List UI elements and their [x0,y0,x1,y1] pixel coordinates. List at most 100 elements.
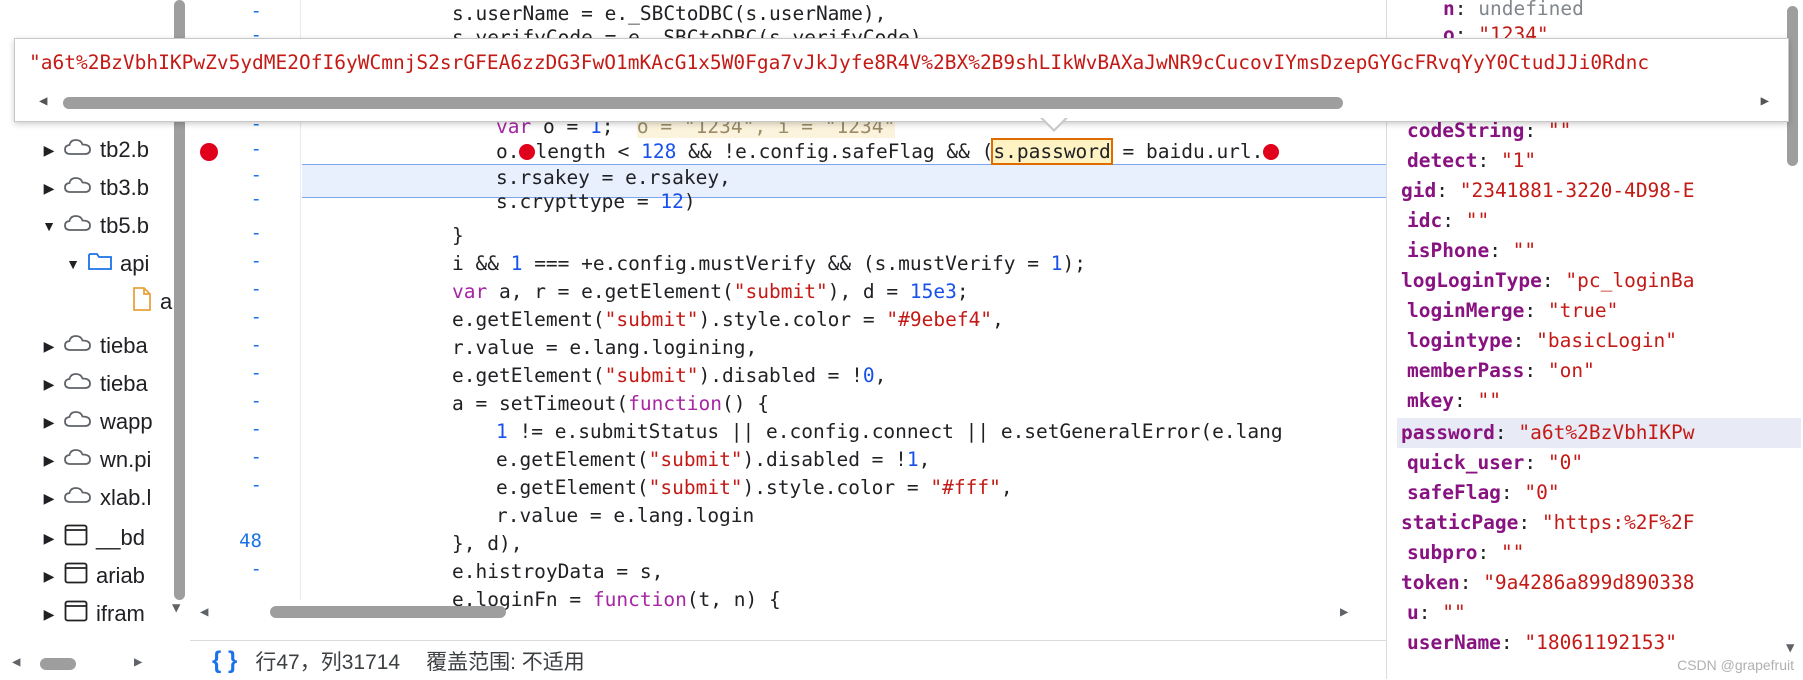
value-hover-popup[interactable]: "a6t%2BzVbhIKPwZv5ydME2OfI6yWCmnjS2srGFE… [14,38,1789,122]
tree-item[interactable]: a [108,285,172,319]
number-literal: 1 [906,448,919,471]
line-number[interactable]: - [190,446,300,474]
scope-property-row[interactable]: quick_user: "0" [1407,448,1583,478]
expand-arrow-right-icon[interactable]: ▶ [40,490,58,507]
hovered-expression[interactable]: s.password [991,138,1113,165]
scroll-left-arrow-icon[interactable]: ◀ [200,604,208,620]
scroll-down-arrow-icon[interactable]: ▼ [172,600,180,616]
scope-property-row[interactable]: logintype: "basicLogin" [1407,326,1677,356]
property-key: u [1407,601,1419,624]
scope-property-row[interactable]: memberPass: "on" [1407,356,1595,386]
scope-property-row[interactable]: subpro: "" [1407,538,1524,568]
code-text: && !e.config.safeFlag && ( [676,140,994,163]
expand-arrow-right-icon[interactable]: ▶ [40,606,58,623]
scrollbar-thumb[interactable] [63,97,1343,109]
code-text: s.crypttype = [496,190,661,213]
line-number[interactable]: - [190,474,300,502]
scope-property-row[interactable]: staticPage: "https:%2F%2F [1401,508,1695,538]
line-number[interactable]: - [190,558,300,586]
line-number[interactable]: - [190,278,300,306]
property-separator: : [1477,541,1501,564]
property-separator: : [1512,329,1537,352]
scrollbar-thumb[interactable] [40,658,76,670]
watermark: CSDN @grapefruit [1677,657,1794,673]
cursor-position: 行47，列31714 [255,650,401,674]
keyword: var [452,280,488,303]
property-key: userName [1407,631,1501,654]
scope-property-row[interactable]: isPhone: "" [1407,236,1536,266]
tree-item[interactable]: ▼ api [64,247,149,281]
tree-item[interactable]: ▶ tb2.b [40,133,149,167]
inline-breakpoint-icon[interactable] [519,144,536,160]
expand-arrow-right-icon[interactable]: ▶ [40,376,58,393]
scroll-right-arrow-icon[interactable]: ▶ [1761,93,1769,109]
expand-arrow-right-icon[interactable]: ▶ [40,338,58,355]
expand-arrow-right-icon[interactable]: ▶ [40,568,58,585]
line-number[interactable]: - [190,390,300,418]
scroll-right-arrow-icon[interactable]: ▶ [134,654,142,670]
property-value: "basicLogin" [1536,329,1678,352]
scope-property-row[interactable]: gid: "2341881-3220-4D98-E [1401,176,1695,206]
code-line: e.getElement("submit").style.color = "#9… [452,306,1004,334]
code-text: o. [496,140,520,163]
expand-arrow-right-icon[interactable]: ▶ [40,180,58,197]
scope-property-row[interactable]: u: "" [1407,598,1466,628]
code-text: s.userName = e._SBCtoDBC(s.userName), [452,2,887,25]
expand-arrow-right-icon[interactable]: ▶ [40,414,58,431]
scroll-down-arrow-icon[interactable]: ▼ [1786,640,1794,656]
popup-horizontal-scrollbar[interactable]: ◀ ▶ [29,93,1777,111]
scope-property-row[interactable]: loginMerge: "true" [1407,296,1618,326]
scrollbar-thumb[interactable] [270,606,506,618]
tree-item[interactable]: ▶ xlab.l [40,481,152,515]
scope-property-row[interactable]: mkey: "" [1407,386,1501,416]
expand-arrow-right-icon[interactable]: ▶ [40,452,58,469]
inline-breakpoint-icon[interactable] [1263,144,1280,160]
line-number[interactable]: - [190,418,300,446]
expand-arrow-right-icon[interactable]: ▶ [40,530,58,547]
line-number[interactable]: - [190,306,300,334]
line-number[interactable]: - [190,222,300,250]
line-number[interactable]: - [190,188,300,216]
pretty-print-button[interactable]: { } [212,647,237,675]
line-number[interactable]: - [190,362,300,390]
tree-item[interactable]: ▶ ifram [40,597,145,631]
scroll-right-arrow-icon[interactable]: ▶ [1340,604,1348,620]
expand-arrow-down-icon[interactable]: ▼ [64,256,82,272]
code-text: ).style.color = [742,476,931,499]
scope-property-row[interactable]: token: "9a4286a899d890338 [1401,568,1695,598]
scroll-left-arrow-icon[interactable]: ◀ [12,654,20,670]
tree-item[interactable]: ▶ ariab [40,559,145,593]
breakpoint-marker-icon[interactable] [200,143,218,161]
number-literal: 1 [496,420,508,443]
code-text: e.getElement( [496,448,649,471]
scroll-left-arrow-icon[interactable]: ◀ [39,93,47,109]
editor-horizontal-scrollbar[interactable]: ◀ ▶ [200,598,1386,626]
scope-property-row[interactable]: idc: "" [1407,206,1489,236]
expand-arrow-right-icon[interactable]: ▶ [40,142,58,159]
tree-item-label: a [160,289,173,314]
scope-property-row[interactable]: detect: "1" [1407,146,1536,176]
tree-item[interactable]: ▶ wn.pi [40,443,152,477]
scope-property-row[interactable]: logLoginType: "pc_loginBa [1401,266,1695,296]
tree-horizontal-scrollbar[interactable]: ◀ ▶ [0,650,190,676]
cloud-icon [64,333,92,359]
code-text: e.histroyData = s, [452,560,664,583]
scope-property-row[interactable]: safeFlag: "0" [1407,478,1560,508]
property-separator: : [1524,119,1548,142]
tree-item[interactable]: ▶ tieba [40,367,148,401]
code-line: 1 != e.submitStatus || e.config.connect … [496,418,1283,446]
tree-item[interactable]: ▶ __bd [40,521,145,555]
code-text: ).disabled = ! [742,448,907,471]
scope-property-row[interactable]: userName: "18061192153" [1407,628,1677,658]
line-number[interactable]: - [190,250,300,278]
tree-item[interactable]: ▼ tb5.b [40,209,149,243]
tree-item[interactable]: ▶ wapp [40,405,153,439]
scope-property-row[interactable]: password: "a6t%2BzVbhIKPw [1397,418,1801,448]
tree-item[interactable]: ▶ tieba [40,329,148,363]
string-literal: "submit" [648,476,743,499]
property-separator: : [1500,631,1525,654]
tree-item[interactable]: ▶ tb3.b [40,171,149,205]
line-number[interactable]: - [190,334,300,362]
line-number[interactable]: 48 [190,530,300,558]
expand-arrow-down-icon[interactable]: ▼ [40,218,58,234]
